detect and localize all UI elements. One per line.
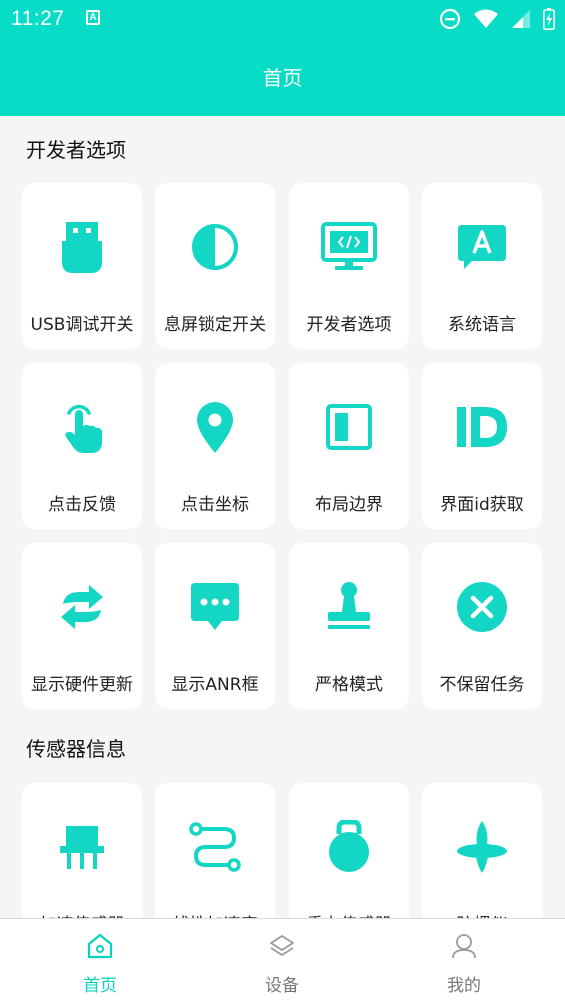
nav-label-devices: 设备 [265, 976, 299, 996]
section-title-sensor-info: 传感器信息 [26, 737, 126, 761]
card-label: 不保留任务 [439, 675, 525, 695]
nav-home[interactable]: 首页 [6, 919, 194, 1004]
card-label: 显示ANR框 [171, 675, 259, 695]
status-time: 11:27 [11, 7, 65, 30]
card-gyroscope[interactable]: 陀螺仪 [422, 783, 542, 919]
card-strict-mode[interactable]: 严格模式 [289, 543, 409, 709]
path-icon [155, 817, 275, 877]
card-label: 显示硬件更新 [31, 675, 133, 695]
card-label: 布局边界 [315, 495, 383, 515]
message-dots-icon [155, 577, 275, 637]
id-icon [422, 397, 542, 457]
card-linear-acceleration[interactable]: 线性加速度 [155, 783, 275, 919]
close-circle-icon [422, 577, 542, 637]
home-icon [6, 932, 194, 960]
tap-hand-icon [22, 397, 142, 457]
card-label: 严格模式 [315, 675, 383, 695]
code-monitor-icon [289, 217, 409, 277]
page-title: 首页 [262, 66, 303, 90]
card-hardware-updates[interactable]: 显示硬件更新 [22, 543, 142, 709]
chip-icon [22, 817, 142, 877]
app-notification-icon: A [86, 10, 100, 25]
status-icons [439, 8, 555, 34]
half-circle-icon [155, 217, 275, 277]
nav-label-home: 首页 [83, 976, 117, 996]
location-pin-icon [155, 397, 275, 457]
signal-icon [511, 9, 531, 33]
usb-icon [22, 217, 142, 277]
card-view-id[interactable]: 界面id获取 [422, 363, 542, 529]
card-tap-feedback[interactable]: 点击反馈 [22, 363, 142, 529]
card-developer-options[interactable]: 开发者选项 [289, 183, 409, 349]
card-label: 点击坐标 [181, 495, 249, 515]
card-tap-coordinates[interactable]: 点击坐标 [155, 363, 275, 529]
card-accelerometer[interactable]: 加速传感器 [22, 783, 142, 919]
card-label: 界面id获取 [440, 495, 524, 515]
refresh-arrows-icon [22, 577, 142, 637]
wifi-icon [473, 9, 499, 33]
layers-icon [188, 932, 376, 960]
nav-profile[interactable]: 我的 [370, 919, 558, 1004]
card-gravity-sensor[interactable]: 重力传感器 [289, 783, 409, 919]
kettlebell-icon [289, 817, 409, 877]
card-label: 点击反馈 [48, 495, 116, 515]
app-bar: 首页 [0, 38, 565, 116]
card-dont-keep-activities[interactable]: 不保留任务 [422, 543, 542, 709]
card-usb-debugging[interactable]: USB调试开关 [22, 183, 142, 349]
battery-icon [543, 8, 555, 34]
stamp-icon [289, 577, 409, 637]
status-bar: 11:27 A [0, 0, 565, 38]
do-not-disturb-icon [439, 8, 461, 34]
gyroscope-icon [422, 817, 542, 877]
main-content[interactable]: 开发者选项 USB调试开关 息屏锁定开关 开发者选项 系统语言 点击反馈 点击坐… [0, 116, 565, 919]
nav-label-profile: 我的 [447, 976, 481, 996]
section-title-developer-options: 开发者选项 [26, 138, 126, 162]
bottom-navigation: 首页 设备 我的 [0, 918, 565, 1004]
nav-devices[interactable]: 设备 [188, 919, 376, 1004]
language-icon [422, 217, 542, 277]
card-screen-lock[interactable]: 息屏锁定开关 [155, 183, 275, 349]
card-label: 系统语言 [448, 315, 516, 335]
card-label: 息屏锁定开关 [164, 315, 266, 335]
card-system-language[interactable]: 系统语言 [422, 183, 542, 349]
card-label: USB调试开关 [30, 315, 134, 335]
card-show-anr[interactable]: 显示ANR框 [155, 543, 275, 709]
user-icon [370, 932, 558, 960]
card-layout-bounds[interactable]: 布局边界 [289, 363, 409, 529]
card-label: 开发者选项 [306, 315, 392, 335]
layout-bounds-icon [289, 397, 409, 457]
